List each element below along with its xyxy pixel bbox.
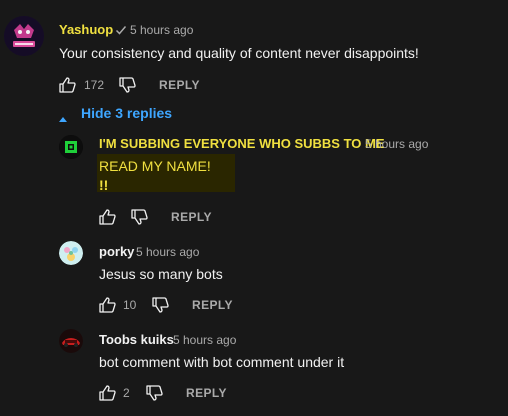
reply-time[interactable]: 5 hours ago xyxy=(173,333,236,347)
comment-text: Your consistency and quality of content … xyxy=(59,45,419,61)
reply-text: bot comment with bot comment under it xyxy=(99,354,345,370)
thumbs-down-icon[interactable] xyxy=(119,77,136,98)
comment-author[interactable]: Yashuop xyxy=(59,22,113,37)
comment-time[interactable]: 5 hours ago xyxy=(130,23,193,37)
avatar[interactable] xyxy=(59,135,83,159)
checkmark-icon xyxy=(115,23,127,41)
thumbs-up-icon[interactable] xyxy=(99,297,116,318)
reply-button[interactable]: REPLY xyxy=(186,386,227,400)
reply-button[interactable]: REPLY xyxy=(171,210,212,224)
like-count: 10 xyxy=(123,298,137,312)
avatar[interactable] xyxy=(59,329,83,353)
reply-button[interactable]: REPLY xyxy=(192,298,233,312)
reply-text-line: !! xyxy=(99,177,109,193)
hide-replies-button[interactable]: Hide 3 replies xyxy=(81,105,172,121)
thumbs-up-icon[interactable] xyxy=(99,209,116,230)
chevron-up-icon[interactable] xyxy=(58,110,68,128)
avatar[interactable] xyxy=(59,241,83,265)
reply-text-line: READ MY NAME! xyxy=(99,158,211,174)
reply-text: Jesus so many bots xyxy=(99,266,223,282)
like-count: 2 xyxy=(123,386,130,400)
thumbs-down-icon[interactable] xyxy=(146,385,163,406)
thumbs-down-icon[interactable] xyxy=(152,297,169,318)
thumbs-up-icon[interactable] xyxy=(59,77,76,98)
reply-author[interactable]: porky xyxy=(99,244,134,259)
reply-author[interactable]: Toobs kuiks xyxy=(99,332,174,347)
like-count: 172 xyxy=(84,78,105,92)
thumbs-down-icon[interactable] xyxy=(131,209,148,230)
reply-time[interactable]: 5 hours ago xyxy=(365,137,428,151)
reply-time[interactable]: 5 hours ago xyxy=(136,245,199,259)
reply-author[interactable]: I'M SUBBING EVERYONE WHO SUBBS TO ME xyxy=(99,136,385,151)
thumbs-up-icon[interactable] xyxy=(99,385,116,406)
reply-button[interactable]: REPLY xyxy=(159,78,200,92)
avatar[interactable] xyxy=(4,16,44,56)
